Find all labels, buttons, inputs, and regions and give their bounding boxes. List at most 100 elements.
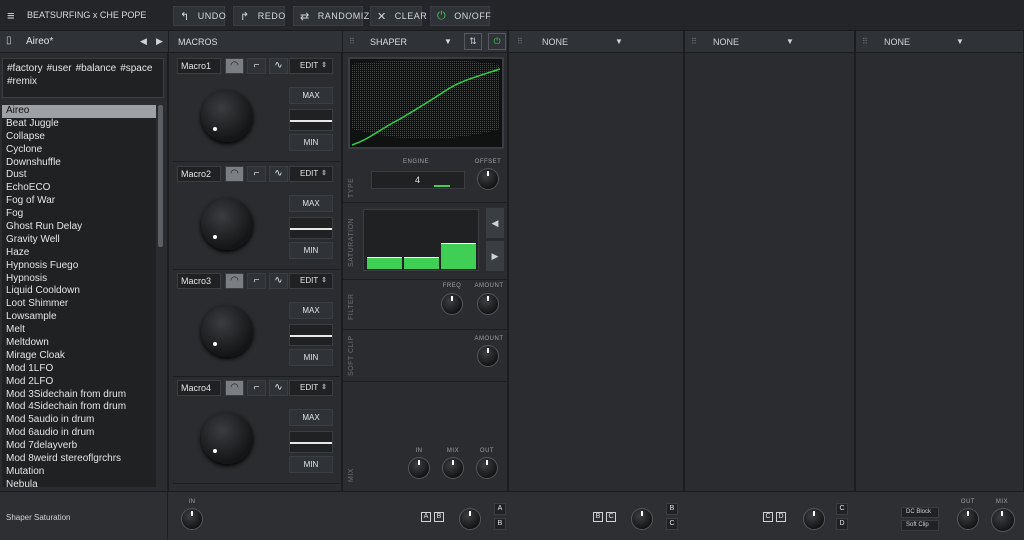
envelope-mode-icon[interactable]: ⌐ [247, 273, 266, 289]
drag-handle-icon[interactable]: ⠿ [862, 37, 868, 46]
preset-list-item[interactable]: Melt [2, 324, 156, 337]
route-c-box[interactable]: C [606, 512, 616, 522]
preset-name[interactable]: Aireo* [26, 36, 53, 47]
macro-knob[interactable] [201, 198, 253, 250]
preset-list-item[interactable]: Mutation [2, 466, 156, 479]
freq-knob[interactable] [442, 294, 462, 314]
power-icon[interactable]: ⏻ [488, 33, 506, 50]
preset-list-item[interactable]: EchoECO [2, 182, 156, 195]
tag-factory[interactable]: #factory [7, 63, 43, 74]
preset-list-item[interactable]: Lowsample [2, 311, 156, 324]
preset-list-item[interactable]: Ghost Run Delay [2, 221, 156, 234]
macro-name-field[interactable]: Macro3 [177, 273, 221, 289]
tag-remix[interactable]: #remix [7, 76, 37, 87]
macro-name-field[interactable]: Macro4 [177, 380, 221, 396]
preset-list-item[interactable]: Mod 2LFO [2, 376, 156, 389]
drag-handle-icon[interactable]: ⠿ [517, 37, 523, 46]
knob-mode-icon[interactable]: ◠ [225, 273, 244, 289]
preset-list-item[interactable]: Haze [2, 247, 156, 260]
macro-edit-button[interactable]: EDIT ⇕ [289, 380, 333, 396]
slot-2-mix-knob[interactable] [632, 509, 652, 529]
chevron-down-icon[interactable]: ▼ [615, 37, 623, 46]
macro-max-button[interactable]: MAX [289, 87, 333, 104]
preset-list-item[interactable]: Dust [2, 169, 156, 182]
slot-2-header[interactable]: ⠿ NONE ▼ [509, 31, 683, 53]
shaper-title[interactable]: SHAPER [370, 37, 407, 47]
preset-list-item[interactable]: Mod 5audio in drum [2, 414, 156, 427]
slot-1-out-b[interactable]: B [494, 518, 506, 530]
preset-list-item[interactable]: Cyclone [2, 144, 156, 157]
preset-list-item[interactable]: Mod 8weird stereoflgrchrs [2, 453, 156, 466]
lfo-mode-icon[interactable]: ∿ [269, 166, 288, 182]
slot-1-out-a[interactable]: A [494, 503, 506, 515]
tag-balance[interactable]: #balance [76, 63, 117, 74]
tag-user[interactable]: #user [47, 63, 72, 74]
lfo-mode-icon[interactable]: ∿ [269, 380, 288, 396]
preset-scrollbar[interactable] [157, 105, 164, 487]
envelope-mode-icon[interactable]: ⌐ [247, 58, 266, 74]
macro-max-button[interactable]: MAX [289, 195, 333, 212]
macro-range-bar[interactable] [289, 324, 333, 346]
output-gain-knob[interactable] [958, 509, 978, 529]
saturation-next-icon[interactable]: ▶ [486, 241, 504, 271]
preset-list-item[interactable]: Mod 6audio in drum [2, 427, 156, 440]
macro-range-bar[interactable] [289, 217, 333, 239]
preset-list-item[interactable]: Mod 4Sidechain from drum [2, 401, 156, 414]
input-gain-knob[interactable] [182, 509, 202, 529]
knob-mode-icon[interactable]: ◠ [225, 58, 244, 74]
in-knob[interactable] [409, 458, 429, 478]
file-icon[interactable]: ▯ [6, 35, 12, 46]
undo-button[interactable]: ↰ UNDO [173, 6, 226, 26]
macro-min-button[interactable]: MIN [289, 456, 333, 473]
preset-list-item[interactable]: Fog of War [2, 195, 156, 208]
slot-4-header[interactable]: ⠿ NONE ▼ [856, 31, 1023, 53]
macro-knob[interactable] [201, 90, 253, 142]
preset-list-item[interactable]: Hypnosis Fuego [2, 260, 156, 273]
slot-3-out-d[interactable]: D [836, 518, 848, 530]
onoff-button[interactable]: ⏻ ON/OFF [430, 6, 491, 26]
engine-selector[interactable]: 4 [371, 171, 465, 189]
knob-mode-icon[interactable]: ◠ [225, 166, 244, 182]
macro-min-button[interactable]: MIN [289, 242, 333, 259]
preset-list-item[interactable]: Beat Juggle [2, 118, 156, 131]
envelope-mode-icon[interactable]: ⌐ [247, 380, 266, 396]
preset-list-item[interactable]: Downshuffle [2, 157, 156, 170]
slot-3-header[interactable]: ⠿ NONE ▼ [685, 31, 854, 53]
preset-list-item[interactable]: Liquid Cooldown [2, 285, 156, 298]
slot-2-out-c[interactable]: C [666, 518, 678, 530]
macro-max-button[interactable]: MAX [289, 409, 333, 426]
saturation-bar[interactable] [404, 257, 439, 269]
saturation-meter[interactable] [363, 209, 479, 271]
preset-list-item[interactable]: Hypnosis [2, 273, 156, 286]
macro-name-field[interactable]: Macro2 [177, 166, 221, 182]
route-b2-box[interactable]: B [593, 512, 603, 522]
macro-edit-button[interactable]: EDIT ⇕ [289, 166, 333, 182]
chevron-down-icon[interactable]: ▼ [444, 37, 452, 46]
soft-clip-toggle[interactable]: Soft Clip [901, 520, 939, 531]
offset-knob[interactable] [478, 169, 498, 189]
preset-list-item[interactable]: Gravity Well [2, 234, 156, 247]
saturation-prev-icon[interactable]: ◀ [486, 208, 504, 238]
chevron-down-icon[interactable]: ▼ [956, 37, 964, 46]
slot-3-select[interactable]: NONE [713, 37, 739, 47]
out-knob[interactable] [477, 458, 497, 478]
macro-range-bar[interactable] [289, 431, 333, 453]
next-preset-icon[interactable]: ▶ [156, 36, 163, 47]
slot-3-mix-knob[interactable] [804, 509, 824, 529]
randomize-button[interactable]: ⇄ RANDOMIZE [293, 6, 376, 26]
envelope-mode-icon[interactable]: ⌐ [247, 166, 266, 182]
preset-list-item[interactable]: Collapse [2, 131, 156, 144]
preset-list-item[interactable]: Loot Shimmer [2, 298, 156, 311]
slot-4-select[interactable]: NONE [884, 37, 910, 47]
preset-list-item[interactable]: Nebula [2, 479, 156, 487]
scroll-thumb[interactable] [158, 105, 163, 247]
slot-3-out-c[interactable]: C [836, 503, 848, 515]
preset-list-item[interactable]: Meltdown [2, 337, 156, 350]
slot-1-mix-knob[interactable] [460, 509, 480, 529]
mix-knob[interactable] [443, 458, 463, 478]
macro-edit-button[interactable]: EDIT ⇕ [289, 58, 333, 74]
slot-2-select[interactable]: NONE [542, 37, 568, 47]
preset-list-item[interactable]: Mirage Cloak [2, 350, 156, 363]
shaper-curve-display[interactable] [348, 57, 504, 149]
route-c2-box[interactable]: C [763, 512, 773, 522]
